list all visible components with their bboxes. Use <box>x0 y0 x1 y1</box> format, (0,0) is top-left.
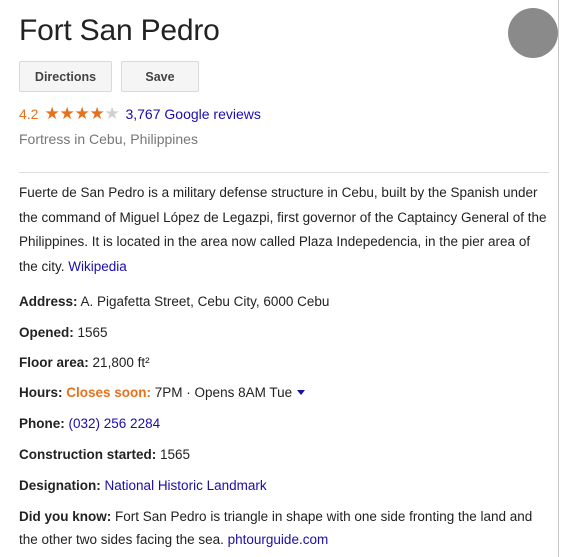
wikipedia-link[interactable]: Wikipedia <box>68 259 127 274</box>
save-button[interactable]: Save <box>121 61 199 92</box>
fact-label: Did you know: <box>19 509 112 524</box>
directions-button[interactable]: Directions <box>19 61 112 92</box>
fact-value: 1565 <box>77 325 108 340</box>
star-icon: ★ <box>74 104 90 123</box>
designation-link[interactable]: National Historic Landmark <box>105 478 267 493</box>
fact-label: Construction started: <box>19 447 157 462</box>
fact-value: 1565 <box>160 447 191 462</box>
star-icon: ★ <box>59 104 75 123</box>
source-link[interactable]: phtourguide.com <box>228 532 329 547</box>
fact-value: 21,800 ft² <box>92 355 150 370</box>
star-icon: ★ <box>44 104 60 123</box>
rating-value: 4.2 <box>19 106 39 122</box>
fact-address: Address: A. Pigafetta Street, Cebu City,… <box>19 291 551 313</box>
fact-label: Designation: <box>19 478 101 493</box>
fact-label: Hours: <box>19 385 63 400</box>
place-type: Fortress in Cebu, Philippines <box>19 131 198 147</box>
fact-label: Address: <box>19 294 78 309</box>
divider <box>19 172 549 173</box>
fact-label: Phone: <box>19 416 65 431</box>
star-icon: ★ <box>89 104 105 123</box>
fact-value: A. Pigafetta Street, Cebu City, 6000 Ceb… <box>80 294 330 309</box>
place-photo-avatar[interactable] <box>508 8 558 58</box>
fact-phone: Phone: (032) 256 2284 <box>19 413 551 435</box>
fact-opened: Opened: 1565 <box>19 322 551 344</box>
fact-designation: Designation: National Historic Landmark <box>19 475 551 497</box>
fact-did-you-know: Did you know: Fort San Pedro is triangle… <box>19 505 551 551</box>
fact-construction-started: Construction started: 1565 <box>19 444 551 466</box>
star-icon: ★ <box>104 104 120 123</box>
hours-value: 7PM · Opens 8AM Tue <box>154 385 293 400</box>
description: Fuerte de San Pedro is a military defens… <box>19 181 551 279</box>
fact-label: Opened: <box>19 325 74 340</box>
fact-hours: Hours: Closes soon: 7PM · Opens 8AM Tue <box>19 382 551 404</box>
chevron-down-icon[interactable] <box>297 390 306 395</box>
hours-status: Closes soon: <box>66 385 152 400</box>
fact-floor-area: Floor area: 21,800 ft² <box>19 352 551 374</box>
place-title: Fort San Pedro <box>19 14 220 47</box>
reviews-link[interactable]: 3,767 Google reviews <box>125 105 260 123</box>
rating-row: 4.2 ★ ★ ★ ★ ★ 3,767 Google reviews <box>19 105 261 123</box>
fact-label: Floor area: <box>19 355 89 370</box>
phone-link[interactable]: (032) 256 2284 <box>69 416 161 431</box>
knowledge-panel: Fort San Pedro Directions Save 4.2 ★ ★ ★ ★ ★… <box>0 0 559 557</box>
star-rating: ★ ★ ★ ★ ★ <box>44 105 119 123</box>
